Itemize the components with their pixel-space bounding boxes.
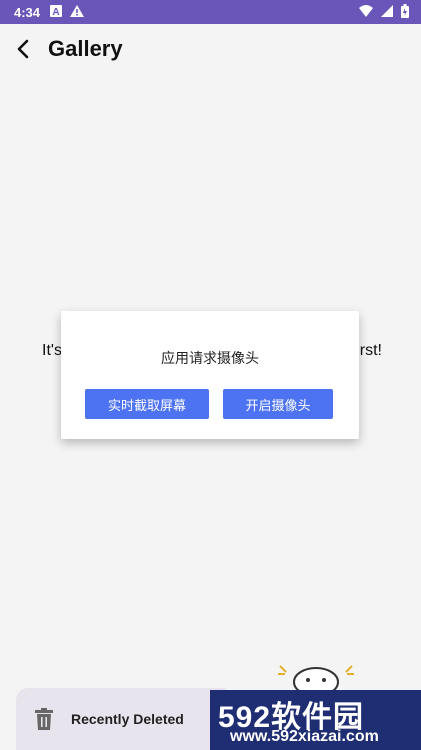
camera-request-dialog: 应用请求摄像头 实时截取屏幕 开启摄像头 xyxy=(61,311,359,439)
signal-icon xyxy=(381,5,393,20)
arrow-back-icon xyxy=(17,39,29,59)
status-time: 4:34 xyxy=(14,4,41,20)
open-camera-button[interactable]: 开启摄像头 xyxy=(223,389,333,419)
watermark: 592软件园 www.592xiazai.com xyxy=(210,690,421,750)
recently-deleted-label: Recently Deleted xyxy=(71,711,184,727)
app-bar: Gallery xyxy=(0,24,421,74)
watermark-url: www.592xiazai.com xyxy=(230,728,379,745)
svg-text:A: A xyxy=(52,7,59,17)
warning-icon xyxy=(70,4,85,20)
empty-state-right: rst! xyxy=(359,342,382,359)
empty-state-left: It's xyxy=(42,342,62,359)
trash-icon xyxy=(24,708,64,730)
status-bar: 4:34 A xyxy=(0,0,421,24)
a-box-icon: A xyxy=(50,4,63,20)
wifi-icon xyxy=(359,5,373,20)
recently-deleted-button[interactable]: Recently Deleted xyxy=(16,688,226,750)
capture-screen-button[interactable]: 实时截取屏幕 xyxy=(85,389,209,419)
back-button[interactable] xyxy=(0,25,48,73)
battery-icon xyxy=(401,4,409,21)
page-title: Gallery xyxy=(48,36,123,61)
dialog-title: 应用请求摄像头 xyxy=(161,350,259,366)
